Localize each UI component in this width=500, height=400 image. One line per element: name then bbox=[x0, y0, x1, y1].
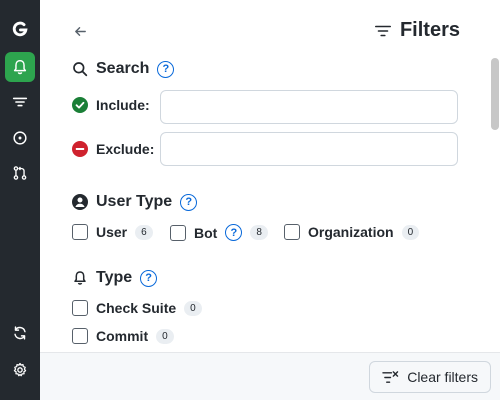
sidebar-item-notifications[interactable] bbox=[5, 52, 35, 82]
my-issues-icon bbox=[13, 131, 27, 145]
settings-button[interactable] bbox=[5, 355, 35, 385]
include-search-input[interactable] bbox=[160, 90, 458, 124]
back-button[interactable] bbox=[70, 21, 90, 41]
search-section-title: Search ? bbox=[72, 60, 175, 78]
include-row: Include: bbox=[72, 97, 152, 113]
no-entry-icon bbox=[72, 141, 88, 157]
check-suite-checkbox[interactable] bbox=[72, 300, 88, 316]
exclude-row: Exclude: bbox=[72, 141, 155, 157]
arrow-left-icon bbox=[74, 26, 86, 36]
count-badge: 8 bbox=[250, 225, 268, 240]
pull-request-icon bbox=[13, 166, 27, 180]
refresh-button[interactable] bbox=[5, 318, 35, 348]
type-help-icon[interactable]: ? bbox=[140, 269, 158, 287]
person-circle-icon bbox=[72, 194, 88, 210]
refresh-icon bbox=[14, 326, 26, 340]
exclude-label: Exclude: bbox=[96, 141, 155, 157]
sidebar-item-my-issues[interactable] bbox=[5, 123, 35, 153]
user-type-section-title: User Type ? bbox=[72, 193, 198, 211]
gitify-logo-icon[interactable] bbox=[5, 14, 35, 44]
footer-bar: Clear filters bbox=[40, 352, 500, 400]
clear-filters-label: Clear filters bbox=[407, 369, 478, 385]
type-section-title: Type ? bbox=[72, 269, 158, 287]
bell-icon bbox=[74, 271, 86, 285]
scrollbar[interactable] bbox=[490, 0, 500, 352]
commit-checkbox[interactable] bbox=[72, 328, 88, 344]
type-option-commit[interactable]: Commit 0 bbox=[72, 328, 174, 344]
type-option-check-suite[interactable]: Check Suite 0 bbox=[72, 300, 202, 316]
count-badge: 0 bbox=[401, 224, 420, 240]
user-type-option-bot[interactable]: Bot ? 8 bbox=[170, 224, 268, 241]
user-type-option-user[interactable]: User 6 bbox=[72, 224, 153, 240]
sidebar-item-pull-requests[interactable] bbox=[5, 158, 35, 188]
bot-checkbox[interactable] bbox=[170, 224, 186, 241]
user-checkbox[interactable] bbox=[72, 224, 88, 240]
bot-help-icon[interactable]: ? bbox=[225, 224, 243, 241]
count-badge: 0 bbox=[156, 328, 174, 344]
filter-icon bbox=[374, 25, 391, 36]
check-circle-icon bbox=[72, 97, 88, 113]
exclude-search-input[interactable] bbox=[160, 132, 458, 166]
count-badge: 6 bbox=[135, 224, 153, 240]
scrollbar-thumb[interactable] bbox=[491, 58, 499, 130]
sidebar-item-filters[interactable] bbox=[5, 87, 35, 117]
filters-panel: Filters Search ? Include: Exclude: User … bbox=[40, 0, 500, 352]
gear-icon bbox=[13, 362, 27, 377]
count-badge: 0 bbox=[184, 300, 202, 316]
include-label: Include: bbox=[96, 97, 150, 113]
clear-filter-icon bbox=[382, 370, 399, 383]
bell-icon bbox=[13, 59, 27, 75]
search-help-icon[interactable]: ? bbox=[157, 60, 175, 78]
sidebar bbox=[0, 0, 40, 400]
page-title: Filters bbox=[399, 19, 460, 41]
clear-filters-button[interactable]: Clear filters bbox=[369, 361, 491, 393]
filter-icon bbox=[12, 97, 28, 107]
organization-checkbox[interactable] bbox=[284, 224, 300, 240]
page-header: Filters bbox=[374, 19, 460, 42]
search-icon bbox=[73, 62, 88, 77]
user-type-help-icon[interactable]: ? bbox=[180, 193, 198, 211]
user-type-option-organization[interactable]: Organization 0 bbox=[284, 224, 420, 240]
